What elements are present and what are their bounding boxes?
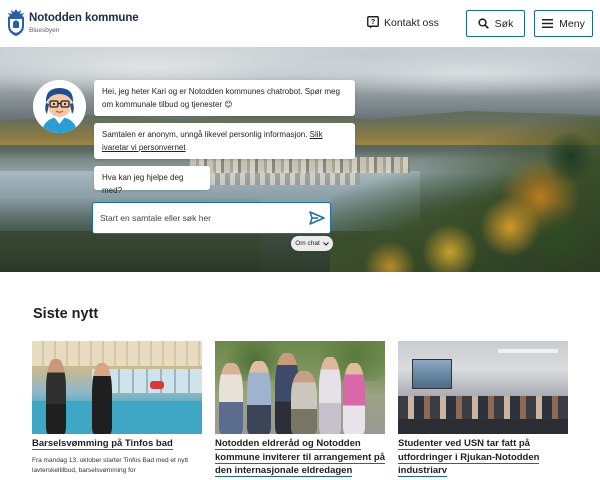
chat-message-question: Hva kan jeg hjelpe deg med? [94, 166, 210, 195]
site-header: Notodden kommune Bluesbyen ? Kontakt oss… [0, 0, 600, 47]
hamburger-icon [542, 19, 554, 28]
chevron-down-icon [322, 241, 329, 246]
search-label: Søk [494, 17, 514, 30]
news-title[interactable]: Notodden eldreråd og Notodden kommune in… [215, 437, 385, 478]
contact-label: Kontakt oss [384, 16, 439, 29]
news-card[interactable]: Studenter ved USN tar fatt på utfordring… [398, 341, 568, 478]
news-title[interactable]: Barselsvømming på Tinfos bad [32, 437, 202, 451]
news-image-elderly-group[interactable] [215, 341, 385, 434]
chatbot-kari-icon [33, 80, 86, 133]
news-image-swimming-pool[interactable] [32, 341, 202, 434]
privacy-text: Samtalen er anonym, unngå likevel person… [102, 130, 310, 139]
news-section-title: Siste nytt [33, 306, 99, 322]
hero-autumn-trees [330, 117, 600, 272]
chatbot-avatar [33, 80, 86, 133]
news-card[interactable]: Barselsvømming på Tinfos bad Fra mandag … [32, 341, 202, 476]
contact-link[interactable]: ? Kontakt oss [367, 16, 439, 29]
news-card[interactable]: Notodden eldreråd og Notodden kommune in… [215, 341, 385, 478]
send-icon[interactable] [309, 210, 325, 226]
menu-label: Meny [559, 17, 585, 30]
chat-input[interactable] [100, 211, 300, 225]
search-icon [478, 18, 489, 29]
chat-input-box[interactable] [92, 202, 331, 234]
news-title[interactable]: Studenter ved USN tar fatt på utfordring… [398, 437, 568, 478]
about-chat-label: Om chat [295, 240, 320, 247]
logo-title[interactable]: Notodden kommune [29, 12, 139, 24]
chat-message-greeting: Hei, jeg heter Kari og er Notodden kommu… [94, 80, 355, 116]
news-image-lecture-hall[interactable] [398, 341, 568, 434]
contact-icon: ? [367, 16, 379, 29]
chat-message-privacy: Samtalen er anonym, unngå likevel person… [94, 123, 355, 159]
menu-button[interactable]: Meny [534, 10, 593, 37]
news-description: Fra mandag 13. oktober starter Tinfos Ba… [32, 456, 189, 474]
search-button[interactable]: Søk [466, 10, 525, 37]
logo-subtitle: Bluesbyen [29, 27, 60, 34]
about-chat-toggle[interactable]: Om chat [291, 236, 333, 251]
coat-of-arms-icon[interactable] [7, 9, 25, 36]
svg-text:?: ? [371, 17, 376, 26]
